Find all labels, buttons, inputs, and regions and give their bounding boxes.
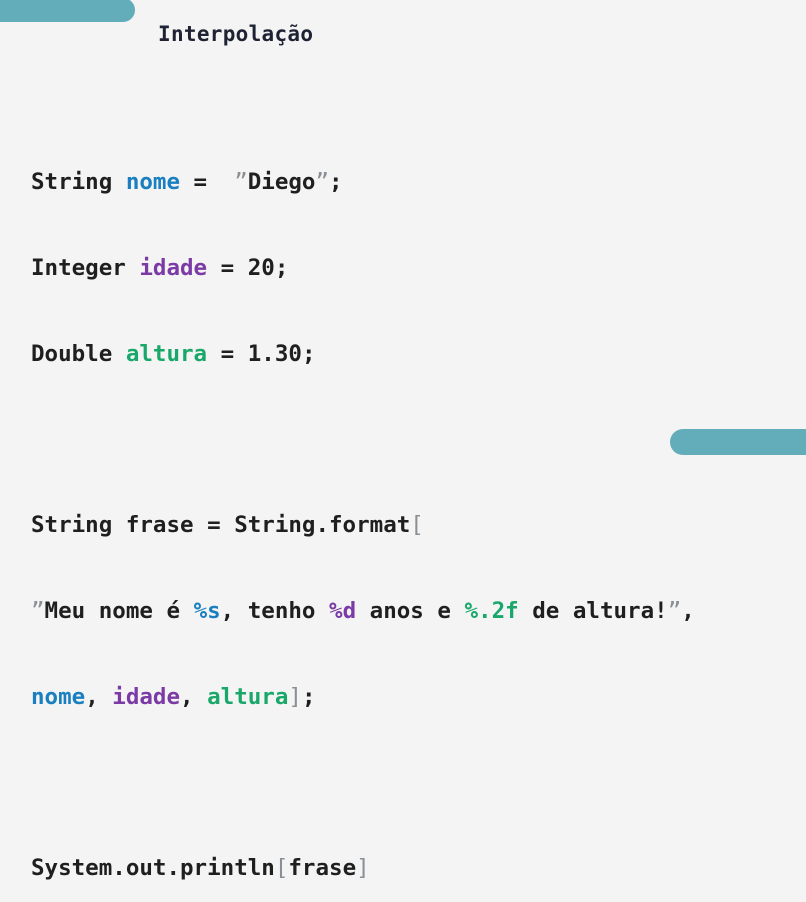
var-idade: idade xyxy=(139,254,208,281)
code-line-3: Double altura = 1.30; xyxy=(31,340,316,367)
code-line-2: Integer idade = 20; xyxy=(31,254,289,281)
var-altura: altura xyxy=(125,340,208,367)
format-specifier-d: %d xyxy=(329,598,357,625)
code-line-6: nome, idade, altura]; xyxy=(31,683,316,710)
slide-title: Interpolação xyxy=(158,22,314,46)
code-line-7: System.out.println[frase] xyxy=(31,855,370,882)
code-line-1: String nome = ”Diego”; xyxy=(31,169,343,196)
format-specifier-2f: %.2f xyxy=(464,598,519,625)
code-line-5: ”Meu nome é %s, tenho %d anos e %.2f de … xyxy=(31,598,695,625)
code-line-4: String frase = String.format[ xyxy=(31,512,424,539)
var-nome: nome xyxy=(125,169,181,196)
format-specifier-s: %s xyxy=(193,598,221,625)
top-decorative-pill xyxy=(0,0,135,22)
code-block: String nome = ”Diego”; Integer idade = 2… xyxy=(31,111,695,902)
